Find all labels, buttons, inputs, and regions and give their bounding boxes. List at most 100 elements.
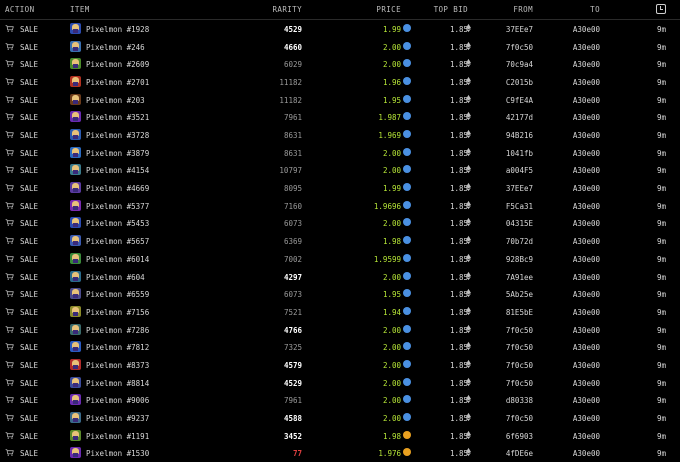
table-row[interactable]: SALE Pixelmon #9237 4588 2.00 1.85 7f0c50 A30e… [0,409,680,427]
marketplace-icon[interactable] [403,377,411,386]
nft-thumbnail[interactable] [70,199,81,211]
marketplace-icon[interactable] [403,112,411,121]
from-address[interactable]: 37EEe7 [506,25,533,34]
nft-thumbnail[interactable] [70,217,81,229]
marketplace-icon[interactable] [403,430,411,439]
nft-thumbnail[interactable] [70,182,81,194]
nft-thumbnail[interactable] [70,58,81,70]
marketplace-icon[interactable] [403,147,411,156]
nft-thumbnail[interactable] [70,93,81,105]
header-action[interactable]: ACTION [5,5,35,14]
header-price[interactable]: PRICE [376,5,401,14]
clock-icon[interactable] [656,4,666,14]
from-address[interactable]: 7f0c50 [506,326,533,335]
from-address[interactable]: 70b72d [506,237,533,246]
from-address[interactable]: 94B216 [506,131,533,140]
marketplace-icon[interactable] [403,342,411,351]
marketplace-icon[interactable] [403,77,411,86]
from-address[interactable]: a004F5 [506,166,533,175]
to-address[interactable]: A30e00 [573,60,600,69]
from-address[interactable]: 7f0c50 [506,414,533,423]
nft-thumbnail[interactable] [70,288,81,300]
item-name[interactable]: Pixelmon #246 [86,43,145,52]
marketplace-icon[interactable] [403,218,411,227]
marketplace-icon[interactable] [403,200,411,209]
header-item[interactable]: ITEM [70,5,90,14]
item-name[interactable]: Pixelmon #2701 [86,78,149,87]
to-address[interactable]: A30e00 [573,219,600,228]
to-address[interactable]: A30e00 [573,255,600,264]
to-address[interactable]: A30e00 [573,343,600,352]
table-row[interactable]: SALE Pixelmon #3521 7961 1.987 1.85 42177d A30… [0,108,680,126]
item-name[interactable]: Pixelmon #1191 [86,432,149,441]
from-address[interactable]: 37EEe7 [506,184,533,193]
item-name[interactable]: Pixelmon #4154 [86,166,149,175]
from-address[interactable]: 5Ab25e [506,290,533,299]
from-address[interactable]: 7A91ee [506,273,533,282]
to-address[interactable]: A30e00 [573,43,600,52]
nft-thumbnail[interactable] [70,305,81,317]
to-address[interactable]: A30e00 [573,396,600,405]
from-address[interactable]: 70c9a4 [506,60,533,69]
to-address[interactable]: A30e00 [573,414,600,423]
to-address[interactable]: A30e00 [573,202,600,211]
to-address[interactable]: A30e00 [573,237,600,246]
table-row[interactable]: SALE Pixelmon #4154 10797 2.00 1.85 a004F5 A30… [0,161,680,179]
to-address[interactable]: A30e00 [573,361,600,370]
table-row[interactable]: SALE Pixelmon #3728 8631 1.969 1.85 94B216 A30… [0,126,680,144]
to-address[interactable]: A30e00 [573,113,600,122]
item-name[interactable]: Pixelmon #9237 [86,414,149,423]
to-address[interactable]: A30e00 [573,25,600,34]
from-address[interactable]: 04315E [506,219,533,228]
nft-thumbnail[interactable] [70,252,81,264]
to-address[interactable]: A30e00 [573,131,600,140]
table-row[interactable]: SALE Pixelmon #6014 7002 1.9599 1.85 928Bc9 A3… [0,250,680,268]
to-address[interactable]: A30e00 [573,273,600,282]
nft-thumbnail[interactable] [70,376,81,388]
item-name[interactable]: Pixelmon #3521 [86,113,149,122]
from-address[interactable]: 7f0c50 [506,361,533,370]
nft-thumbnail[interactable] [70,235,81,247]
header-rarity[interactable]: RARITY [273,5,303,14]
marketplace-icon[interactable] [403,289,411,298]
item-name[interactable]: Pixelmon #604 [86,273,145,282]
table-row[interactable]: SALE Pixelmon #604 4297 2.00 1.85 7A91ee A30e0… [0,268,680,286]
to-address[interactable]: A30e00 [573,166,600,175]
item-name[interactable]: Pixelmon #7286 [86,326,149,335]
table-row[interactable]: SALE Pixelmon #2701 11182 1.96 1.85 C2015b A30… [0,73,680,91]
marketplace-icon[interactable] [403,183,411,192]
item-name[interactable]: Pixelmon #203 [86,96,145,105]
table-row[interactable]: SALE Pixelmon #6559 6073 1.95 1.85 5Ab25e A30e… [0,285,680,303]
table-row[interactable]: SALE Pixelmon #246 4660 2.00 1.85 7f0c50 A30e0… [0,38,680,56]
nft-thumbnail[interactable] [70,270,81,282]
table-row[interactable]: SALE Pixelmon #2609 6029 2.00 1.85 70c9a4 A30e… [0,55,680,73]
item-name[interactable]: Pixelmon #6559 [86,290,149,299]
from-address[interactable]: 7f0c50 [506,379,533,388]
header-to[interactable]: TO [590,5,600,14]
to-address[interactable]: A30e00 [573,149,600,158]
item-name[interactable]: Pixelmon #9006 [86,396,149,405]
item-name[interactable]: Pixelmon #8373 [86,361,149,370]
table-row[interactable]: SALE Pixelmon #8814 4529 2.00 1.85 7f0c50 A30e… [0,374,680,392]
item-name[interactable]: Pixelmon #1928 [86,25,149,34]
table-row[interactable]: SALE Pixelmon #9006 7961 2.00 1.85 d80338 A30e… [0,391,680,409]
marketplace-icon[interactable] [403,59,411,68]
item-name[interactable]: Pixelmon #6014 [86,255,149,264]
from-address[interactable]: 4fDE6e [506,449,533,458]
marketplace-icon[interactable] [403,448,411,457]
marketplace-icon[interactable] [403,24,411,32]
table-row[interactable]: SALE Pixelmon #5453 6073 2.00 1.85 04315E A30e… [0,214,680,232]
nft-thumbnail[interactable] [70,146,81,158]
table-row[interactable]: SALE Pixelmon #203 11182 1.95 1.85 C9fE4A A30e… [0,91,680,109]
header-top-bid[interactable]: TOP BID [434,5,468,14]
to-address[interactable]: A30e00 [573,78,600,87]
from-address[interactable]: 7f0c50 [506,343,533,352]
table-row[interactable]: SALE Pixelmon #5377 7160 1.9696 1.85 F5Ca31 A3… [0,197,680,215]
nft-thumbnail[interactable] [70,341,81,353]
item-name[interactable]: Pixelmon #5453 [86,219,149,228]
from-address[interactable]: d80338 [506,396,533,405]
table-row[interactable]: SALE Pixelmon #3879 8631 2.00 1.85 1041fb A30e… [0,144,680,162]
to-address[interactable]: A30e00 [573,290,600,299]
to-address[interactable]: A30e00 [573,308,600,317]
item-name[interactable]: Pixelmon #8814 [86,379,149,388]
